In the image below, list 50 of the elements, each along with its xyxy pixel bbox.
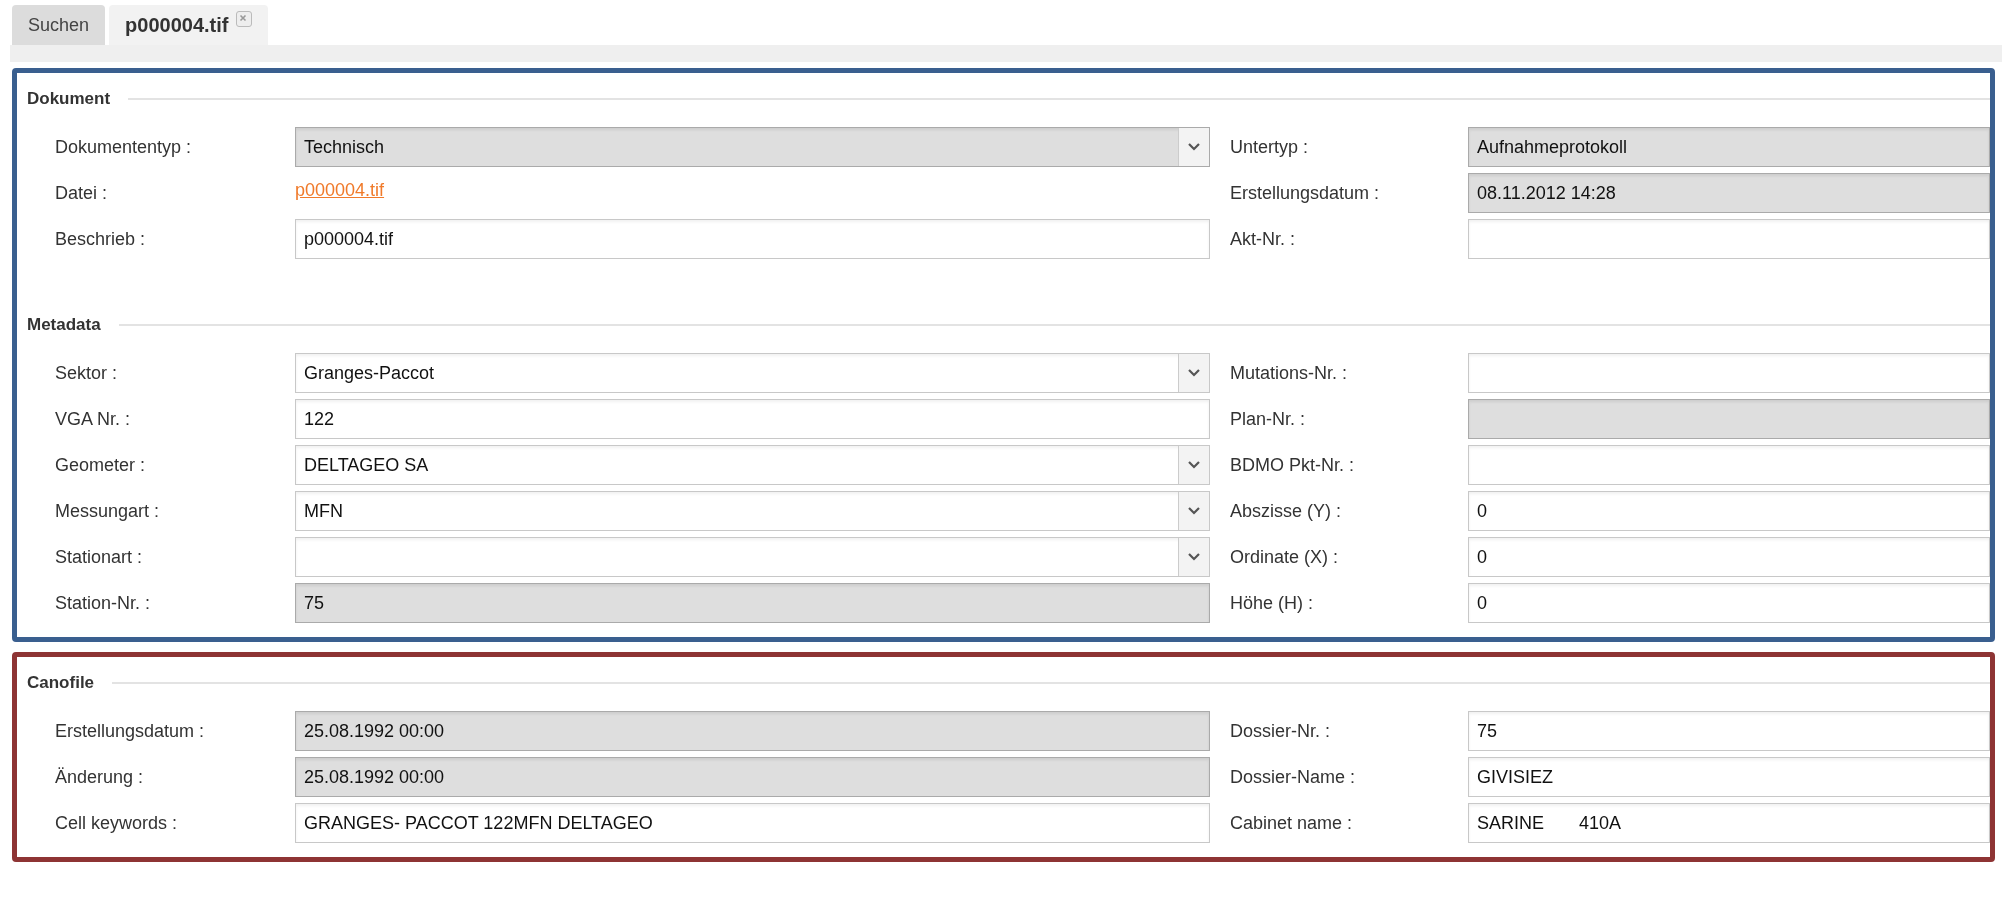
input-field[interactable]: GIVISIEZ xyxy=(1468,757,1990,797)
field-label: Änderung : xyxy=(55,766,145,788)
field-label: Akt-Nr. : xyxy=(1230,228,1296,250)
field-label: Messungart : xyxy=(55,500,161,522)
input-field[interactable]: 0 xyxy=(1468,583,1990,623)
field-label: BDMO Pkt-Nr. : xyxy=(1230,454,1355,476)
field-label: Beschrieb : xyxy=(55,228,147,250)
field-label: VGA Nr. : xyxy=(55,408,132,430)
field-label: Erstellungsdatum : xyxy=(55,720,206,742)
dropdown-field[interactable]: MFN xyxy=(295,491,1210,531)
input-field[interactable]: p000004.tif xyxy=(295,219,1210,259)
field-label: Dossier-Nr. : xyxy=(1230,720,1331,742)
dropdown-field[interactable]: Granges-Paccot xyxy=(295,353,1210,393)
field-label: Dokumententyp : xyxy=(55,136,193,158)
section-title: Dokument xyxy=(27,89,111,109)
input-field[interactable] xyxy=(1468,353,1990,393)
field-label: Geometer : xyxy=(55,454,147,476)
section-title: Canofile xyxy=(27,673,95,693)
dropdown-field[interactable]: DELTAGEO SA xyxy=(295,445,1210,485)
section-title: Metadata xyxy=(27,315,101,335)
caret-icon[interactable] xyxy=(1178,354,1209,392)
field-label: Sektor : xyxy=(55,362,119,384)
field-label: Stationart : xyxy=(55,546,144,568)
input-field[interactable] xyxy=(1468,445,1990,485)
tab[interactable]: Suchen xyxy=(12,5,106,45)
field-label: Ordinate (X) : xyxy=(1230,546,1340,568)
input-field[interactable]: 0 xyxy=(1468,537,1990,577)
caret-icon[interactable] xyxy=(1178,492,1209,530)
field-label: Station-Nr. : xyxy=(55,592,152,614)
input-field[interactable]: GRANGES- PACCOT 122MFN DELTAGEO xyxy=(295,803,1210,843)
field-label: Dossier-Name : xyxy=(1230,766,1357,788)
field-label: Höhe (H) : xyxy=(1230,592,1315,614)
input-field[interactable]: 75 xyxy=(1468,711,1990,751)
field-label: Erstellungsdatum : xyxy=(1230,182,1381,204)
field-label: Cabinet name : xyxy=(1230,812,1354,834)
caret-icon[interactable] xyxy=(1178,538,1209,576)
field-label: Abszisse (Y) : xyxy=(1230,500,1343,522)
tab[interactable]: p000004.tif xyxy=(109,5,269,45)
dropdown-field[interactable] xyxy=(295,537,1210,577)
close-icon[interactable] xyxy=(236,11,253,27)
input-field[interactable]: SARINE 410A xyxy=(1468,803,1990,843)
input-field[interactable]: 0 xyxy=(1468,491,1990,531)
field-label: Mutations-Nr. : xyxy=(1230,362,1349,384)
field-label: Datei : xyxy=(55,182,109,204)
input-field[interactable]: 122 xyxy=(295,399,1210,439)
caret-icon[interactable] xyxy=(1178,446,1209,484)
field-label: Cell keywords : xyxy=(55,812,179,834)
field-label: Untertyp : xyxy=(1230,136,1310,158)
input-field[interactable] xyxy=(1468,219,1990,259)
field-label: Plan-Nr. : xyxy=(1230,408,1307,430)
